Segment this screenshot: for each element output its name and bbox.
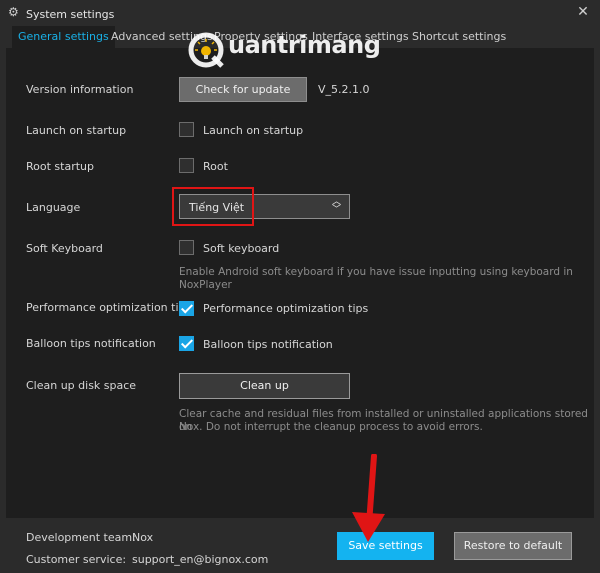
watermark-logo: uantrimang xyxy=(186,28,396,72)
soft-keyboard-hint-line1: Enable Android soft keyboard if you have… xyxy=(179,266,573,278)
updown-chevron-icon: ︿ ﹀ xyxy=(331,197,341,215)
performance-tips-label: Performance optimization tips xyxy=(26,301,192,314)
cleanup-label: Clean up disk space xyxy=(26,379,137,392)
performance-tips-checkbox-label: Performance optimization tips xyxy=(203,302,369,315)
balloon-tips-checkbox-label: Balloon tips notification xyxy=(203,338,333,351)
clean-up-button[interactable]: Clean up xyxy=(179,373,350,399)
language-label: Language xyxy=(26,201,81,214)
check-for-update-button[interactable]: Check for update xyxy=(179,77,307,102)
soft-keyboard-hint-line2: NoxPlayer xyxy=(179,279,232,291)
tab-general-settings[interactable]: General settings xyxy=(12,26,115,48)
red-arrow-icon xyxy=(352,454,385,542)
restore-default-button[interactable]: Restore to default xyxy=(454,532,572,560)
dev-team-value: Nox xyxy=(132,531,154,544)
launch-startup-label: Launch on startup xyxy=(26,124,127,137)
soft-keyboard-checkbox-label: Soft keyboard xyxy=(203,242,280,255)
watermark-q-icon xyxy=(188,32,224,68)
gear-icon: ⚙ xyxy=(8,5,19,19)
title-bar: ⚙ System settings ✕ xyxy=(0,0,600,28)
language-highlight-box xyxy=(172,187,254,226)
customer-service-label: Customer service: xyxy=(26,553,127,566)
launch-startup-checkbox-label: Launch on startup xyxy=(203,124,304,137)
close-icon[interactable]: ✕ xyxy=(576,5,590,19)
window-title: System settings xyxy=(26,8,115,21)
root-startup-label: Root startup xyxy=(26,160,94,173)
balloon-tips-label: Balloon tips notification xyxy=(26,337,156,350)
root-checkbox-label: Root xyxy=(203,160,228,173)
cleanup-hint-line2: Nox. Do not interrupt the cleanup proces… xyxy=(179,421,483,433)
launch-startup-checkbox[interactable] xyxy=(179,122,194,137)
customer-service-value: support_en@bignox.com xyxy=(132,553,269,566)
root-checkbox[interactable] xyxy=(179,158,194,173)
dev-team-label: Development team: xyxy=(26,531,136,544)
soft-keyboard-label: Soft Keyboard xyxy=(26,242,103,255)
watermark-text: uantrimang xyxy=(228,31,381,59)
performance-tips-checkbox[interactable] xyxy=(179,301,194,316)
version-label: Version information xyxy=(26,83,134,96)
soft-keyboard-checkbox[interactable] xyxy=(179,240,194,255)
version-value: V_5.2.1.0 xyxy=(318,83,370,96)
tab-shortcut-settings[interactable]: Shortcut settings xyxy=(412,26,506,48)
settings-panel xyxy=(6,48,594,518)
balloon-tips-checkbox[interactable] xyxy=(179,336,194,351)
